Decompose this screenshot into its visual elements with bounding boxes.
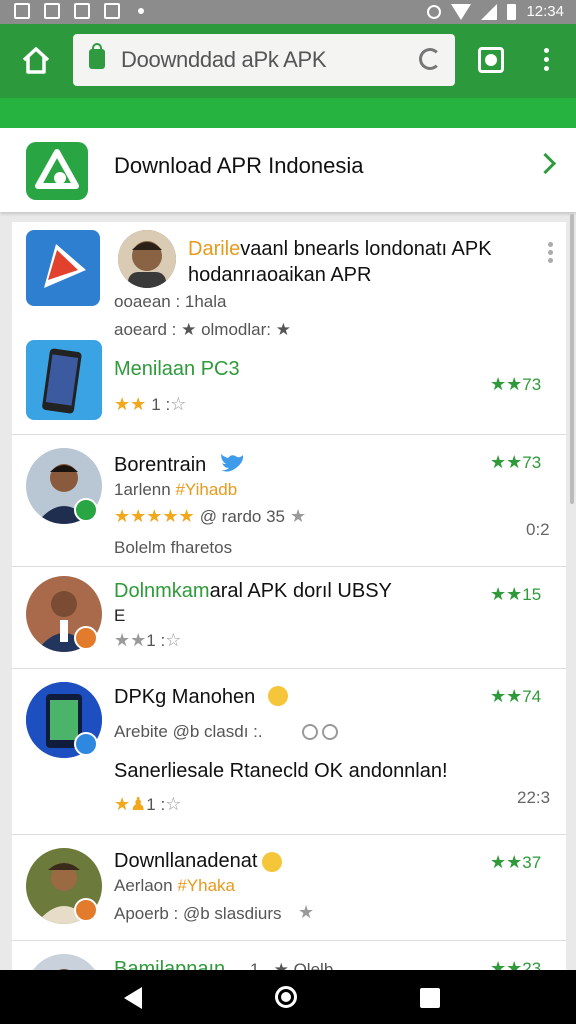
item-meta: 1 : — [146, 795, 166, 814]
navigation-bar — [0, 970, 576, 1024]
item-description: Sanerliesale Rtanecld ΟK andonnlan! — [114, 760, 448, 782]
star-icon: ★★ — [490, 686, 523, 706]
recent-apps-icon[interactable] — [420, 988, 440, 1008]
address-bar[interactable]: Doownddad aPk APK — [73, 34, 455, 86]
item-title: Downllanadenat — [114, 850, 258, 872]
list-item[interactable]: Borentrain 1arlenn #Yihadb ★★★★★ @ rardo… — [12, 434, 566, 567]
scrollbar[interactable] — [570, 214, 574, 504]
status-bar: 12:34 — [0, 0, 576, 24]
rating-count: 37 — [522, 853, 542, 872]
star-icon: ★★ — [490, 584, 523, 604]
star-icon: ★★ — [490, 852, 523, 872]
star-icon: ☆ — [165, 794, 182, 814]
star-icon: ☆ — [165, 630, 182, 650]
star-icon: ★★ — [490, 452, 523, 472]
item-title-highlight: Dolnmkam — [114, 580, 210, 602]
item-title-highlight: Darile — [188, 238, 241, 260]
item-title: aral APK dorıl UBSY — [209, 580, 392, 602]
home-button-icon[interactable] — [275, 986, 297, 1008]
screenshot-icon[interactable] — [478, 47, 504, 73]
item-title: DPKg Manohen — [114, 686, 256, 708]
item-menu-icon[interactable] — [548, 242, 553, 266]
app-logo — [26, 142, 88, 200]
rating-count: 74 — [522, 687, 542, 706]
item-meta: Apoerb : @b slasdiurs — [114, 904, 282, 923]
list-item[interactable]: DPKg Manohen Arebite @b clasdı :. Sanerl… — [12, 668, 566, 835]
notification-icon — [74, 3, 90, 19]
item-meta: 1arlenn — [114, 480, 171, 499]
wifi-icon — [451, 3, 472, 20]
browser-toolbar: Doownddad aPk APK — [0, 24, 576, 98]
chevron-right-icon[interactable] — [534, 152, 557, 175]
app-list: Darilevaanl bnearls londonatı APK hodanr… — [12, 222, 566, 982]
app-icon — [26, 230, 100, 306]
info-icon — [322, 724, 338, 740]
twitter-bird-icon — [221, 454, 244, 472]
star-icon: ★ — [114, 794, 131, 814]
banner-title: Download APR Indonesia — [114, 153, 364, 178]
app-banner[interactable]: Download APR Indonesia — [0, 128, 576, 212]
info-icon — [302, 724, 318, 740]
verified-badge-icon — [74, 732, 98, 756]
overflow-menu-icon[interactable] — [544, 48, 552, 74]
star-icon: ★ — [130, 394, 147, 414]
rating-count: 73 — [522, 375, 542, 394]
star-icon: ★ — [114, 394, 131, 414]
item-title: vaanl bnearls londonatı APK — [240, 238, 492, 260]
avatar — [118, 230, 176, 288]
item-title: Borentrain — [114, 454, 207, 476]
item-meta: @ rardo 35 — [199, 507, 286, 526]
lock-icon — [89, 43, 105, 69]
item-meta: Bolelm fharetos — [114, 538, 233, 557]
item-subtitle: E — [114, 606, 126, 625]
rating-count: 73 — [522, 453, 542, 472]
item-meta: ooaean : 1hala — [114, 292, 227, 311]
notification-icon — [14, 3, 30, 19]
notification-icon — [104, 3, 120, 19]
back-icon[interactable] — [124, 987, 142, 1009]
list-item[interactable]: Darilevaanl bnearls londonatı APK hodanr… — [12, 222, 566, 339]
star-icon: ☆ — [170, 394, 187, 414]
item-subtitle: hodanrıaoaikan APR — [188, 264, 372, 286]
status-time: 12:34 — [526, 3, 564, 20]
status-badge-icon — [74, 626, 98, 650]
list-item[interactable]: Downllanadenat Aerlaon #Yhaka Apoerb : @… — [12, 834, 566, 941]
item-title: Menilaan PC3 — [114, 358, 240, 380]
item-meta: Aerlaon — [114, 876, 173, 895]
alarm-icon — [427, 4, 442, 19]
list-item[interactable]: Menilaan PC3 ★★ 1 :☆ ★★73 — [12, 330, 566, 435]
reload-icon[interactable] — [419, 48, 441, 70]
home-icon[interactable] — [20, 44, 52, 76]
more-notifications-icon — [138, 8, 144, 14]
status-badge-icon — [74, 898, 98, 922]
item-time: 0:2 — [526, 520, 550, 539]
item-tag: #Yihadb — [175, 480, 238, 499]
chess-pawn-icon: ♟ — [130, 794, 147, 814]
app-icon — [26, 340, 102, 420]
item-meta: 1 : — [146, 631, 166, 650]
star-icon: ★★ — [490, 374, 523, 394]
verified-badge-icon — [74, 498, 98, 522]
emoji-icon — [262, 852, 282, 872]
item-time: 22:3 — [517, 788, 551, 807]
item-tag: #Yhaka — [177, 876, 236, 895]
star-icon: ★★ — [114, 630, 147, 650]
page-header-bar — [0, 98, 576, 128]
item-meta: 1 : — [151, 395, 171, 414]
star-icon: ★ — [290, 506, 307, 526]
battery-icon — [507, 3, 517, 20]
item-meta: Arebite @b clasdı :. — [114, 722, 263, 741]
rating-count: 15 — [522, 585, 542, 604]
emoji-icon — [268, 686, 288, 706]
star-icon: ★ — [298, 902, 315, 922]
signal-icon — [481, 3, 498, 20]
notification-icon — [44, 3, 60, 19]
star-icon: ★★★★★ — [114, 506, 195, 526]
list-item[interactable]: Dolnmkamaral APK dorıl UBSY E ★★1 :☆ ★★1… — [12, 566, 566, 669]
url-text[interactable]: Doownddad aPk APK — [121, 47, 327, 73]
